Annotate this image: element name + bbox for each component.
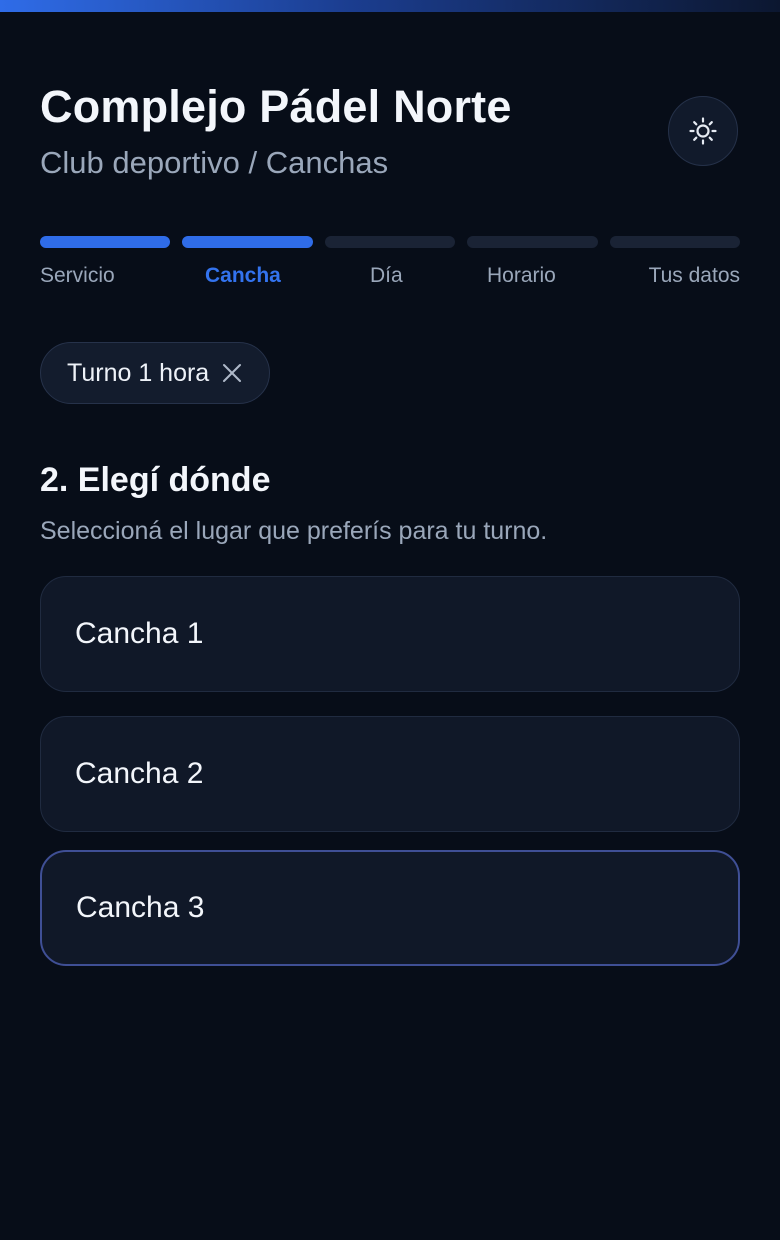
page-title: Complejo Pádel Norte bbox=[40, 81, 512, 132]
step-dia[interactable]: Día bbox=[370, 264, 403, 288]
court-name: Cancha 3 bbox=[76, 891, 205, 924]
booking-page: Complejo Pádel Norte Club deportivo / Ca… bbox=[0, 0, 780, 1240]
step-bar-tus-datos bbox=[609, 236, 741, 248]
chip-label: Turno 1 hora bbox=[67, 358, 210, 387]
step-bars bbox=[40, 236, 741, 248]
court-name: Cancha 2 bbox=[75, 757, 204, 790]
top-accent-bar bbox=[0, 0, 780, 12]
step-bar-cancha bbox=[182, 236, 313, 248]
section-description: Seleccioná el lugar que preferís para tu… bbox=[40, 517, 548, 545]
step-horario[interactable]: Horario bbox=[487, 264, 556, 288]
step-servicio[interactable]: Servicio bbox=[40, 264, 115, 288]
selected-service-chip[interactable]: Turno 1 hora bbox=[40, 342, 271, 404]
step-tus-datos[interactable]: Tus datos bbox=[649, 264, 740, 288]
sun-icon bbox=[689, 117, 717, 145]
page-subtitle: Club deportivo / Canchas bbox=[40, 145, 389, 180]
step-bar-servicio bbox=[40, 236, 171, 248]
section-title: 2. Elegí dónde bbox=[40, 461, 271, 499]
court-option-2[interactable]: Cancha 2 bbox=[40, 716, 740, 832]
close-icon[interactable] bbox=[221, 362, 243, 384]
court-list: Cancha 1 Cancha 2 Cancha 3 bbox=[40, 576, 740, 990]
step-progress: Servicio Cancha Día Horario Tus datos bbox=[40, 236, 741, 294]
court-option-1[interactable]: Cancha 1 bbox=[40, 576, 740, 692]
court-option-3[interactable]: Cancha 3 bbox=[40, 850, 740, 966]
step-labels: Servicio Cancha Día Horario Tus datos bbox=[40, 264, 740, 294]
page-header: Complejo Pádel Norte Club deportivo / Ca… bbox=[40, 80, 740, 182]
court-name: Cancha 1 bbox=[75, 617, 204, 650]
step-cancha[interactable]: Cancha bbox=[205, 264, 281, 288]
step-bar-horario bbox=[467, 236, 598, 248]
step-bar-dia bbox=[324, 236, 456, 248]
theme-toggle-button[interactable] bbox=[668, 96, 738, 166]
